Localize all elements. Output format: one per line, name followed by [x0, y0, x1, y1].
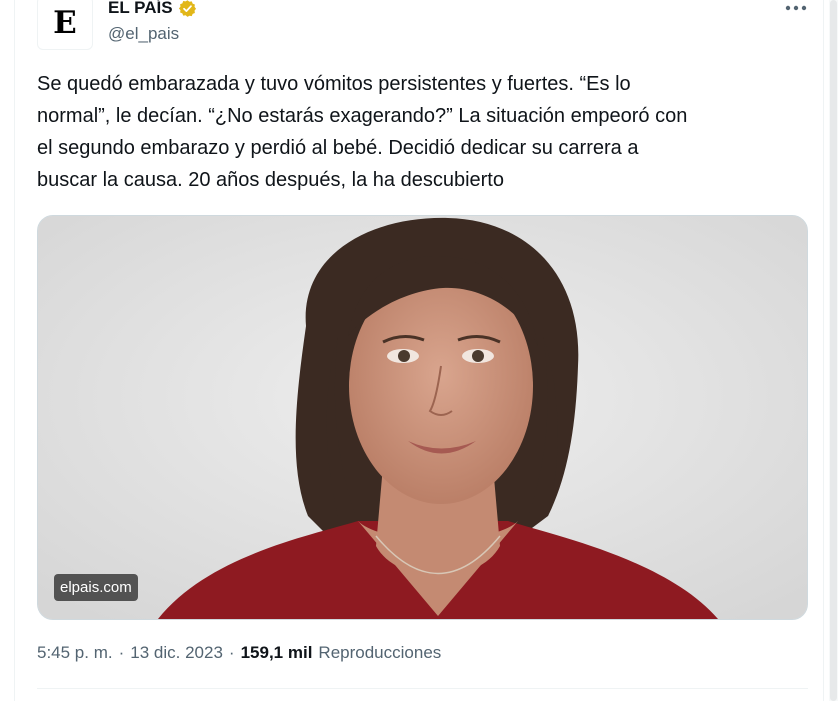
media-source-label: elpais.com: [54, 574, 138, 601]
timeline-border-left: [14, 0, 15, 701]
separator: ·: [118, 643, 125, 662]
separator: ·: [228, 643, 235, 662]
scrollbar-thumb[interactable]: [830, 0, 837, 701]
account-name[interactable]: EL PAÍS: [108, 0, 173, 18]
avatar-logo: E: [53, 4, 77, 41]
views-count: 159,1 mil: [240, 643, 313, 662]
avatar[interactable]: E: [37, 0, 93, 50]
views-label: Reproducciones: [318, 643, 442, 662]
tweet-time[interactable]: 5:45 p. m.: [37, 643, 113, 663]
account-handle[interactable]: @el_pais: [108, 24, 179, 44]
divider: [37, 688, 808, 689]
verified-badge-icon[interactable]: [178, 0, 197, 18]
portrait-photo: [38, 216, 807, 619]
timeline-border-right: [823, 0, 824, 701]
more-options-icon[interactable]: [782, 0, 810, 18]
tweet-image[interactable]: [37, 215, 808, 620]
tweet-metadata: 5:45 p. m. · 13 dic. 2023 · 159,1 mil Re…: [37, 643, 441, 663]
scrollbar[interactable]: [829, 0, 838, 701]
tweet-text: Se quedó embarazada y tuvo vómitos persi…: [37, 73, 688, 191]
account-name-row[interactable]: EL PAÍS: [108, 0, 197, 19]
tweet-date[interactable]: 13 dic. 2023: [130, 643, 223, 663]
